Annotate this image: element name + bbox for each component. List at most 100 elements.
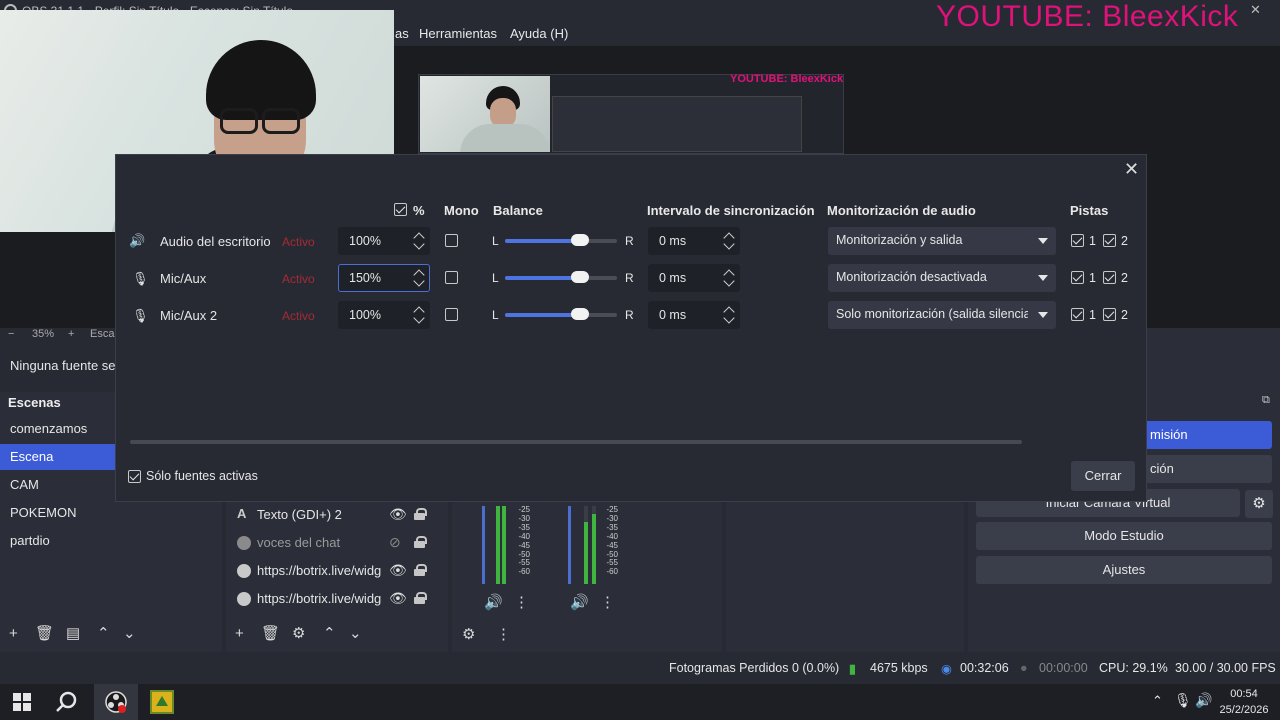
speaker-icon[interactable]: 🔊 [570, 595, 589, 611]
track-2-checkbox[interactable] [1103, 271, 1116, 284]
monitoring-select[interactable]: Monitorización desactivada [828, 264, 1056, 292]
add-icon[interactable]: + [9, 626, 18, 642]
only-active-checkbox[interactable] [128, 470, 141, 483]
slider-handle[interactable] [571, 234, 589, 246]
device-name: Mic/Aux [160, 271, 207, 286]
meter-scale: -25 -30 -35 -40 -45 -50 -55 -60 [606, 505, 618, 577]
track-2-checkbox[interactable] [1103, 308, 1116, 321]
header-checkbox[interactable] [394, 203, 407, 216]
no-source-selected: Ninguna fuente sel [10, 358, 119, 373]
filters-icon[interactable]: ▤ [66, 626, 80, 642]
sync-offset-input[interactable]: 0 ms [648, 264, 740, 292]
search-icon[interactable] [56, 691, 78, 713]
eye-hidden-icon[interactable]: ⊘ [389, 534, 401, 551]
add-icon[interactable]: + [235, 626, 244, 642]
tray-chevron-icon[interactable]: ⌃ [1152, 693, 1163, 709]
volume-input[interactable]: 150% [338, 264, 430, 292]
mono-checkbox[interactable] [445, 271, 458, 284]
balance-slider[interactable] [505, 308, 617, 320]
settings-button[interactable]: Ajustes [976, 556, 1272, 584]
eye-icon[interactable]: 👁 [389, 562, 407, 579]
mono-checkbox[interactable] [445, 308, 458, 321]
move-down-icon[interactable]: ⌄ [349, 626, 362, 642]
lock-icon[interactable] [414, 536, 427, 548]
menu-item-partial[interactable]: as [395, 26, 409, 41]
volume-input[interactable]: 100% [338, 301, 430, 329]
zoom-out-icon[interactable]: − [8, 328, 14, 340]
track-1-checkbox[interactable] [1071, 308, 1084, 321]
source-row[interactable]: https://botrix.live/widg 👁 [232, 558, 432, 584]
track-1-label: 1 [1089, 271, 1096, 285]
right-strip [1146, 328, 1280, 392]
menu-ayuda[interactable]: Ayuda (H) [510, 26, 568, 41]
balance-fill [505, 313, 581, 317]
move-up-icon[interactable]: ⌃ [97, 626, 110, 642]
eye-icon[interactable]: 👁 [389, 506, 407, 523]
speaker-icon[interactable]: 🔊 [484, 595, 503, 611]
menu-herramientas[interactable]: Herramientas [419, 26, 497, 41]
volume-meter [592, 506, 596, 584]
sync-offset-input[interactable]: 0 ms [648, 301, 740, 329]
track-1-checkbox[interactable] [1071, 234, 1084, 247]
source-row[interactable]: https://botrix.live/widg 👁 [232, 586, 432, 612]
balance-left-label: L [492, 308, 499, 322]
studio-mode-button[interactable]: Modo Estudio [976, 522, 1272, 550]
move-down-icon[interactable]: ⌄ [123, 626, 136, 642]
gear-icon[interactable]: ⚙ [292, 626, 305, 642]
source-row[interactable]: voces del chat ⊘ [232, 530, 432, 556]
caret-down-icon [1038, 312, 1048, 318]
speaker-icon: 🔊 [129, 233, 146, 248]
balance-left-label: L [492, 234, 499, 248]
slider-handle[interactable] [571, 271, 589, 283]
scene-item[interactable]: CAM [0, 472, 118, 498]
balance-right-label: R [625, 308, 634, 322]
balance-slider[interactable] [505, 271, 617, 283]
scene-item-selected[interactable]: Escena [0, 444, 118, 470]
track-1-checkbox[interactable] [1071, 271, 1084, 284]
track-2-checkbox[interactable] [1103, 234, 1116, 247]
mixer-settings-icon[interactable]: ⚙ [462, 627, 475, 643]
more-options-icon[interactable]: ⋮ [600, 595, 615, 611]
mic-tray-icon[interactable]: 🎙 [1174, 692, 1192, 709]
move-up-icon[interactable]: ⌃ [323, 626, 336, 642]
close-button[interactable]: Cerrar [1071, 461, 1135, 491]
mono-checkbox[interactable] [445, 234, 458, 247]
sync-offset-input[interactable]: 0 ms [648, 227, 740, 255]
close-icon[interactable]: ✕ [1124, 159, 1139, 180]
trash-icon[interactable]: 🗑 [261, 626, 280, 642]
scenes-toolbar: + 🗑 ▤ ⌃ ⌄ [0, 622, 222, 648]
trash-icon[interactable]: 🗑 [35, 626, 54, 642]
volume-input[interactable]: 100% [338, 227, 430, 255]
lock-icon[interactable] [414, 592, 427, 604]
horizontal-scrollbar[interactable] [130, 440, 1022, 444]
eye-icon[interactable]: 👁 [389, 590, 407, 607]
lock-icon[interactable] [414, 508, 427, 520]
taskbar-clock[interactable]: 00:54 25/2/2026 [1214, 686, 1274, 718]
app-taskbar-icon[interactable] [150, 690, 174, 714]
zoom-in-icon[interactable]: + [68, 328, 74, 340]
balance-slider[interactable] [505, 234, 617, 246]
more-options-icon[interactable]: ⋮ [496, 627, 511, 643]
gear-icon[interactable]: ⚙ [1245, 490, 1273, 518]
slider-handle[interactable] [571, 308, 589, 320]
monitoring-select[interactable]: Solo monitorización (salida silencia [828, 301, 1056, 329]
zoom-level: 35% [32, 328, 55, 340]
obs-taskbar-icon[interactable] [104, 690, 128, 714]
monitoring-select[interactable]: Monitorización y salida [828, 227, 1056, 255]
bitrate: 4675 kbps [870, 661, 928, 675]
lock-icon[interactable] [414, 564, 427, 576]
volume-tray-icon[interactable]: 🔊 [1195, 692, 1212, 709]
more-options-icon[interactable]: ⋮ [514, 595, 529, 611]
close-window-icon[interactable]: ✕ [1250, 2, 1261, 18]
fps: 30.00 / 30.00 FPS [1175, 661, 1276, 675]
undock-icon[interactable]: ⧉ [1262, 394, 1270, 407]
scene-item[interactable]: partdio [0, 528, 118, 554]
source-row[interactable]: A Texto (GDI+) 2 👁 [232, 502, 432, 528]
clock-time: 00:54 [1230, 688, 1258, 700]
scene-item[interactable]: comenzamos [0, 416, 118, 442]
scene-item[interactable]: POKEMON [0, 500, 118, 526]
balance-right-label: R [625, 271, 634, 285]
windows-start-icon[interactable] [13, 693, 31, 711]
volume-meter [584, 506, 588, 584]
balance-fill [505, 276, 581, 280]
